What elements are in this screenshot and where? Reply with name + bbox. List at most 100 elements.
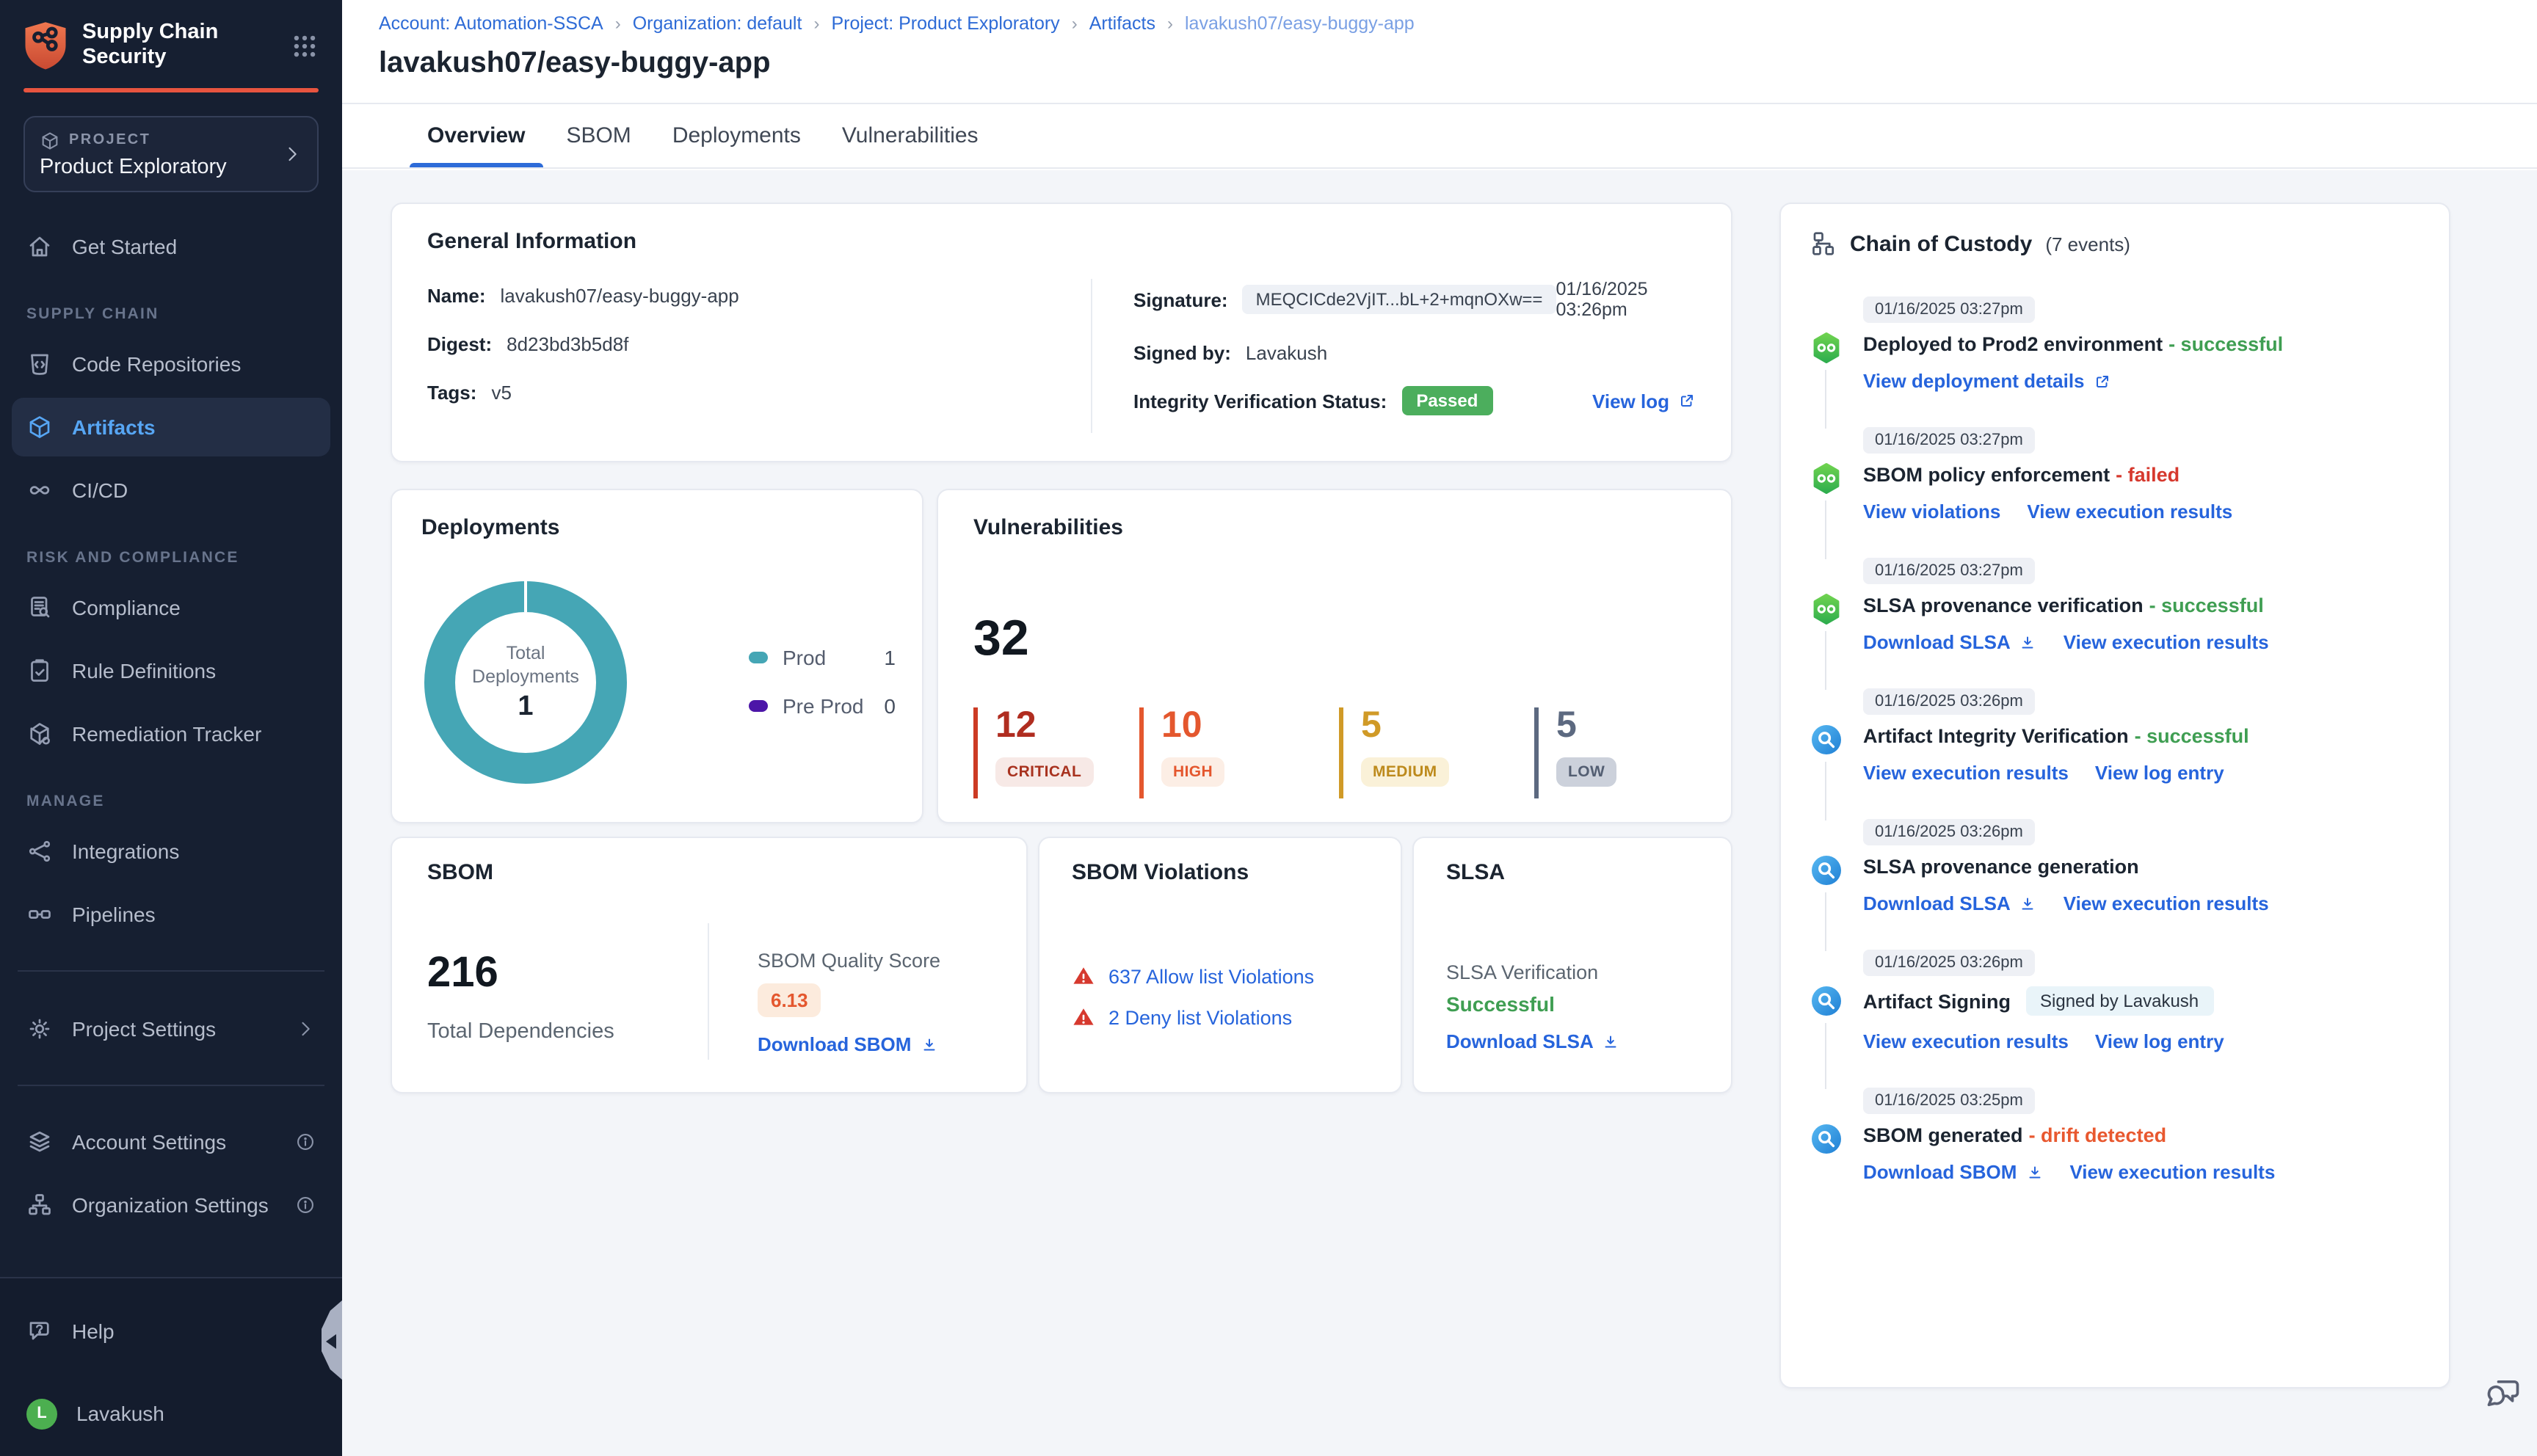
view-execution-results-link[interactable]: View execution results <box>1863 762 2069 784</box>
integrations-share-icon <box>29 840 51 862</box>
sidebar-item-label: Project Settings <box>72 1017 217 1041</box>
sidebar: Supply Chain Security PROJECT Product Ex… <box>0 0 342 1456</box>
sidebar-item-get-started[interactable]: Get Started <box>12 217 330 276</box>
sidebar-item-rule-definitions[interactable]: Rule Definitions <box>12 641 330 700</box>
sidebar-item-label: Pipelines <box>72 903 156 926</box>
event-timestamp: 01/16/2025 03:25pm <box>1863 1088 2035 1114</box>
preprod-legend-dot <box>749 700 768 712</box>
sidebar-divider <box>18 970 324 972</box>
low-label: LOW <box>1556 757 1617 787</box>
sidebar-item-remediation-tracker[interactable]: Remediation Tracker <box>12 705 330 763</box>
prod-count: 1 <box>884 646 896 669</box>
view-execution-results-link[interactable]: View execution results <box>2064 892 2269 914</box>
sidebar-item-compliance[interactable]: Compliance <box>12 578 330 637</box>
deny-list-violations-row: 2 Deny list Violations <box>1072 1005 1314 1029</box>
view-execution-results-link[interactable]: View execution results <box>2027 500 2232 523</box>
sidebar-item-help[interactable]: Help <box>12 1302 330 1361</box>
view-execution-results-link[interactable]: View execution results <box>1863 1030 2069 1052</box>
scan-event-icon <box>1812 986 1841 1016</box>
sidebar-item-account-settings[interactable]: Account Settings <box>12 1113 330 1171</box>
view-violations-link[interactable]: View violations <box>1863 500 2000 523</box>
user-name: Lavakush <box>76 1402 164 1425</box>
breadcrumb-project[interactable]: Project: Product Exploratory <box>831 13 1059 34</box>
tab-vulnerabilities[interactable]: Vulnerabilities <box>842 104 979 167</box>
view-deployment-details-link[interactable]: View deployment details <box>1863 370 2111 392</box>
help-chat-icon <box>29 1322 49 1340</box>
shield-logo-icon <box>25 22 66 70</box>
code-repository-icon <box>31 354 48 375</box>
integrity-row: Integrity Verification Status: Passed Vi… <box>1133 385 1696 417</box>
digest-value: 8d23bd3b5d8f <box>507 332 629 354</box>
warning-icon <box>1073 1008 1094 1025</box>
high-label: HIGH <box>1161 757 1225 787</box>
warning-icon <box>1073 967 1094 984</box>
view-log-entry-link[interactable]: View log entry <box>2095 762 2224 784</box>
signature-value: MEQCICde2VjIT...bL+2+mqnOXw== <box>1242 285 1556 314</box>
download-slsa-link[interactable]: Download SLSA <box>1446 1030 1620 1052</box>
sidebar-item-cicd[interactable]: CI/CD <box>12 461 330 520</box>
chain-of-custody-card: Chain of Custody (7 events) 01/16/2025 0… <box>1779 203 2450 1388</box>
view-execution-results-link[interactable]: View execution results <box>2069 1161 2275 1183</box>
sidebar-item-label: Get Started <box>72 235 178 258</box>
preprod-count: 0 <box>884 694 896 718</box>
breadcrumb-separator: › <box>1167 13 1173 34</box>
breadcrumb-current[interactable]: lavakush07/easy-buggy-app <box>1185 13 1415 34</box>
deployments-legend: Prod 1 Pre Prod 0 <box>749 646 896 743</box>
download-slsa-link[interactable]: Download SLSA <box>1863 892 2037 914</box>
chain-events-count: (7 events) <box>2045 233 2130 255</box>
tab-deployments[interactable]: Deployments <box>672 104 801 167</box>
chain-event-slsa-generation: 01/16/2025 03:26pm SLSA provenance gener… <box>1810 818 2420 951</box>
event-status: - successful <box>2149 594 2264 616</box>
project-selector[interactable]: PROJECT Product Exploratory <box>23 116 319 192</box>
info-icon[interactable] <box>295 1132 316 1152</box>
severity-tiles: 12 CRITICAL 10 HIGH 5 MEDIUM 5 LOW <box>973 707 1617 798</box>
event-status: - drift detected <box>2028 1124 2167 1146</box>
sidebar-item-code-repositories[interactable]: Code Repositories <box>12 335 330 393</box>
download-sbom-link[interactable]: Download SBOM <box>1863 1161 2043 1183</box>
artifact-box-icon <box>29 416 50 438</box>
slsa-card: SLSA SLSA Verification Successful Downlo… <box>1412 837 1732 1093</box>
sidebar-item-organization-settings[interactable]: Organization Settings <box>12 1176 330 1234</box>
general-information-card: General Information Name: lavakush07/eas… <box>391 203 1732 462</box>
info-icon[interactable] <box>295 1195 316 1215</box>
chain-event-deploy-prod2: 01/16/2025 03:27pm Deployed to Prod2 env… <box>1810 295 2420 429</box>
tab-bar: Overview SBOM Deployments Vulnerabilitie… <box>342 104 2537 169</box>
app-root: Supply Chain Security PROJECT Product Ex… <box>0 0 2537 1456</box>
tab-sbom[interactable]: SBOM <box>566 104 631 167</box>
medium-label: MEDIUM <box>1361 757 1449 787</box>
sidebar-item-project-settings[interactable]: Project Settings <box>12 1000 330 1058</box>
sidebar-item-integrations[interactable]: Integrations <box>12 822 330 881</box>
home-icon <box>29 236 50 257</box>
download-sbom-link[interactable]: Download SBOM <box>758 1033 940 1055</box>
severity-tile-low: 5 LOW <box>1534 707 1617 798</box>
tab-overview[interactable]: Overview <box>410 104 542 167</box>
external-link-icon <box>1681 395 1693 407</box>
breadcrumb-organization[interactable]: Organization: default <box>633 13 802 34</box>
chat-support-icon[interactable] <box>2484 1374 2522 1412</box>
app-logo[interactable]: Supply Chain Security <box>0 0 342 85</box>
view-execution-results-link[interactable]: View execution results <box>2064 631 2269 653</box>
deny-list-violations-link[interactable]: 2 Deny list Violations <box>1108 1006 1292 1028</box>
view-log-entry-link[interactable]: View log entry <box>2095 1030 2224 1052</box>
slsa-verification-status: Successful <box>1446 992 1555 1016</box>
divider <box>708 923 709 1060</box>
view-log-link[interactable]: View log <box>1592 390 1696 412</box>
breadcrumb-separator: › <box>1071 13 1078 34</box>
pipeline-event-icon <box>1813 463 1840 494</box>
layers-icon <box>29 1131 50 1152</box>
download-icon <box>923 1038 934 1050</box>
breadcrumb-separator: › <box>614 13 621 34</box>
app-switcher-grid-icon[interactable] <box>291 32 319 59</box>
breadcrumb-account[interactable]: Account: Automation-SSCA <box>379 13 603 34</box>
sidebar-item-pipelines[interactable]: Pipelines <box>12 885 330 944</box>
sidebar-item-user[interactable]: L Lavakush <box>12 1384 330 1443</box>
allow-list-violations-link[interactable]: 637 Allow list Violations <box>1108 965 1314 987</box>
app-title: Supply Chain Security <box>82 21 219 69</box>
sidebar-item-artifacts[interactable]: Artifacts <box>12 398 330 456</box>
tags-row: Tags: v5 <box>427 381 512 403</box>
breadcrumb-artifacts[interactable]: Artifacts <box>1089 13 1155 34</box>
sbom-total-dependencies: 216 <box>427 950 498 997</box>
legend-item-prod: Prod 1 <box>749 646 896 669</box>
download-slsa-link[interactable]: Download SLSA <box>1863 631 2037 653</box>
critical-label: CRITICAL <box>995 757 1094 787</box>
